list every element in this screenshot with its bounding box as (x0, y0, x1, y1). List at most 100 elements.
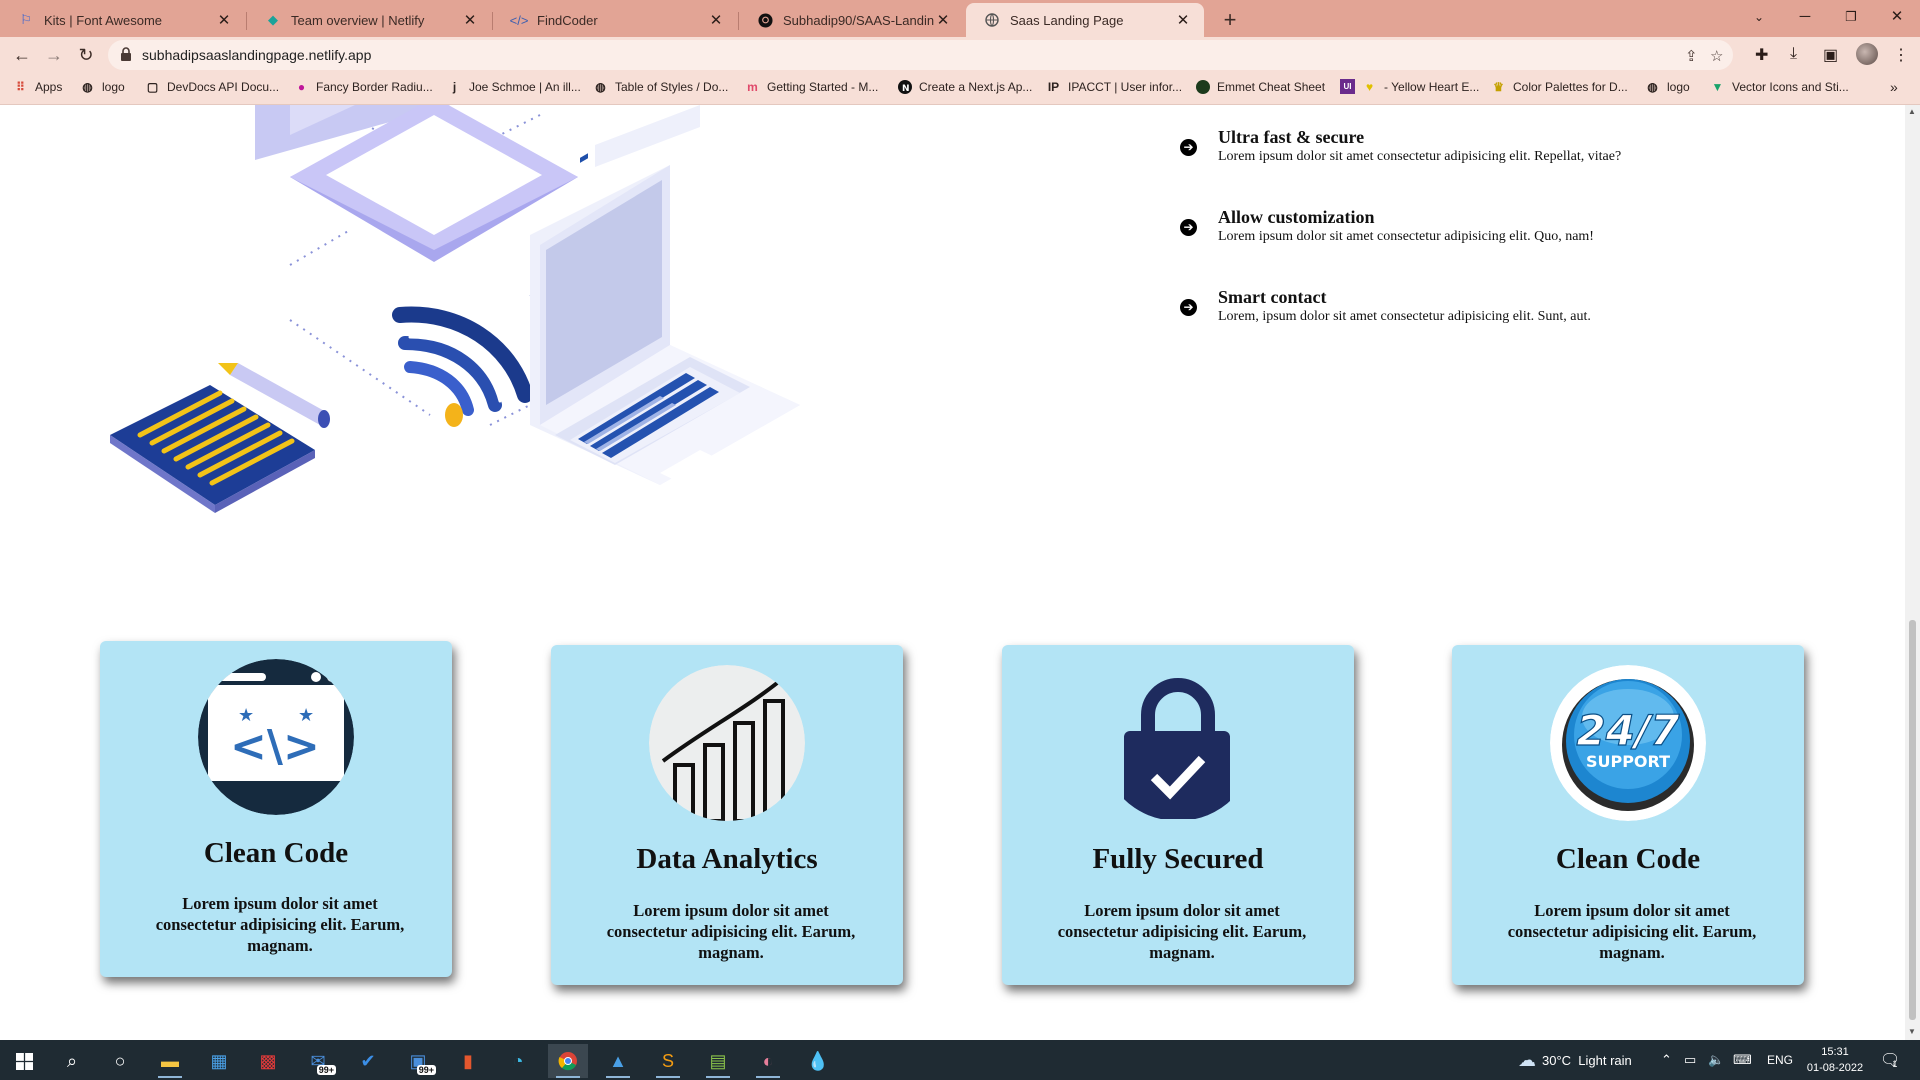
notepad-icon[interactable]: ▤ (698, 1044, 738, 1078)
tab-github[interactable]: Subhadip90/SAAS-Landing-Page ✕ (739, 3, 964, 37)
todo-icon[interactable]: ✔ (348, 1044, 388, 1078)
chrome-icon[interactable] (548, 1044, 588, 1078)
vector-icon: ▼ (1711, 79, 1724, 94)
page-scrollbar[interactable]: ▲ ▼ (1905, 105, 1920, 1040)
bookmark-yellow-heart[interactable]: UI ♥ - Yellow Heart E... (1340, 79, 1479, 94)
tab-findcoder[interactable]: </> FindCoder ✕ (493, 3, 737, 37)
close-icon[interactable]: ✕ (934, 11, 952, 29)
feature-text: Lorem, ipsum dolor sit amet consectetur … (1218, 309, 1591, 324)
feature-list: ➔ Ultra fast & secure Lorem ipsum dolor … (1180, 127, 1621, 367)
extensions-icon[interactable]: ✚ (1755, 45, 1768, 65)
scrollbar-thumb[interactable] (1909, 620, 1916, 1020)
bookmark-devdocs[interactable]: ▢ DevDocs API Docu... (145, 79, 279, 94)
reload-button[interactable]: ↻ (72, 41, 100, 69)
side-panel-icon[interactable]: ▣ (1823, 45, 1838, 65)
feature-item: ➔ Allow customization Lorem ipsum dolor … (1180, 207, 1621, 287)
close-icon[interactable]: ✕ (215, 11, 233, 29)
bookmark-getting-started[interactable]: m Getting Started - M... (745, 79, 878, 94)
back-button[interactable]: ← (8, 41, 36, 69)
bookmark-logo-2[interactable]: ◍ logo (1645, 79, 1689, 94)
share-icon[interactable]: ⇪ (1685, 47, 1698, 65)
ipacct-icon: IP (1047, 79, 1060, 94)
feature-title: Smart contact (1218, 287, 1327, 307)
weather-widget[interactable]: ☁ 30°C Light rain (1518, 1040, 1632, 1080)
forward-button[interactable]: → (40, 41, 68, 69)
bookmark-star-icon[interactable]: ☆ (1710, 47, 1723, 65)
new-tab-button[interactable]: + (1215, 5, 1245, 35)
ui-icon: UI (1340, 79, 1355, 94)
globe-icon: ◍ (82, 79, 93, 94)
download-icon[interactable]: ⤓ (1790, 45, 1797, 63)
cortana-icon[interactable]: ○ (100, 1044, 140, 1078)
volume-icon[interactable]: 🔈 (1708, 1040, 1724, 1080)
card-text: Lorem ipsum dolor sit amet consectetur a… (1057, 901, 1307, 962)
close-icon[interactable]: ✕ (461, 11, 479, 29)
palette-icon: ♛ (1493, 79, 1504, 94)
restore-button[interactable]: ❐ (1828, 0, 1874, 34)
cloud-rain-icon: ☁ (1518, 1049, 1536, 1070)
minimize-button[interactable]: ─ (1782, 0, 1828, 34)
teams-icon[interactable]: ▣ 99+ (398, 1044, 438, 1078)
keyboard-icon[interactable]: ⌨ (1733, 1040, 1752, 1080)
bookmark-ipacct[interactable]: IP IPACCT | User infor... (1046, 79, 1182, 94)
nextjs-icon: N (897, 79, 912, 94)
bookmark-emmet[interactable]: Emmet Cheat Sheet (1195, 79, 1325, 94)
card-title: Fully Secured (1092, 843, 1264, 875)
scroll-up-icon[interactable]: ▲ (1908, 107, 1916, 116)
paint-icon[interactable]: ◐ (748, 1044, 788, 1078)
color-picker-icon[interactable]: 💧 (798, 1044, 838, 1078)
edge-icon[interactable]: ◔ (498, 1044, 538, 1078)
url-text[interactable]: subhadipsaaslandingpage.netlify.app (142, 47, 371, 63)
bookmark-color-palettes[interactable]: ♛ Color Palettes for D... (1491, 79, 1628, 94)
page-content: ➔ Ultra fast & secure Lorem ipsum dolor … (0, 105, 1905, 1040)
close-icon[interactable]: ✕ (1174, 11, 1192, 29)
gift-icon[interactable]: ▩ (248, 1044, 288, 1078)
globe-icon (984, 12, 1000, 28)
bookmark-fancy-border[interactable]: ● Fancy Border Radiu... (294, 79, 433, 94)
card-title: Clean Code (203, 837, 349, 869)
card-data-analytics: Data Analytics Lorem ipsum dolor sit ame… (551, 645, 903, 985)
bookmark-vector-icons[interactable]: ▼ Vector Icons and Sti... (1710, 79, 1849, 94)
file-explorer-icon[interactable]: ▬ (150, 1044, 190, 1078)
taskbar: ⌕ ○ ▬ ▦ ▩ ✉ 99+ ✔ ▣ 99+ ▮ ◔ ▲ S ▤ ◐ 💧 ☁ 30… (0, 1040, 1920, 1080)
netlify-icon: ◆ (268, 12, 278, 27)
mail-icon[interactable]: ✉ 99+ (298, 1044, 338, 1078)
code-window-icon: ★ ★ <\> (198, 659, 354, 815)
card-title: Clean Code (1555, 843, 1701, 875)
photos-icon[interactable]: ▲ (598, 1044, 638, 1078)
github-icon (757, 12, 773, 28)
bookmark-logo[interactable]: ◍ logo (80, 79, 124, 94)
windows-start-icon[interactable] (4, 1044, 44, 1078)
address-bar[interactable]: subhadipsaaslandingpage.netlify.app ⇪ ☆ (108, 40, 1733, 70)
card-text: Lorem ipsum dolor sit amet consectetur a… (1507, 901, 1757, 962)
sublime-text-icon[interactable]: S (648, 1044, 688, 1078)
tab-font-awesome[interactable]: ⚐ Kits | Font Awesome ✕ (0, 3, 245, 37)
battery-icon[interactable]: ▭ (1684, 1040, 1696, 1080)
profile-avatar[interactable] (1856, 43, 1878, 65)
clock[interactable]: 15:31 01-08-2022 (1803, 1040, 1867, 1080)
bookmark-table-of-styles[interactable]: ◍ Table of Styles / Do... (593, 79, 728, 94)
devdocs-icon: ▢ (146, 79, 159, 94)
j-icon: j (452, 79, 457, 94)
tab-saas-landing[interactable]: Saas Landing Page ✕ (966, 3, 1204, 37)
tab-netlify[interactable]: ◆ Team overview | Netlify ✕ (247, 3, 491, 37)
tab-strip: ⚐ Kits | Font Awesome ✕ ◆ Team overview … (0, 0, 1920, 37)
feature-item: ➔ Ultra fast & secure Lorem ipsum dolor … (1180, 127, 1621, 207)
bookmark-joe-schmoe[interactable]: j Joe Schmoe | An ill... (447, 79, 581, 94)
bookmarks-overflow-icon[interactable]: » (1890, 79, 1898, 95)
notification-center-icon[interactable]: 🗨 1 (1880, 1040, 1900, 1080)
globe-icon: ◍ (1647, 79, 1658, 94)
store-icon[interactable]: ▦ (199, 1044, 239, 1078)
bookmark-apps[interactable]: ⠿ Apps (13, 79, 62, 94)
bookmark-nextjs[interactable]: N Create a Next.js Ap... (897, 79, 1032, 94)
window-close-button[interactable]: ✕ (1874, 0, 1920, 34)
menu-icon[interactable]: ⋮ (1893, 45, 1909, 65)
scroll-down-icon[interactable]: ▼ (1908, 1027, 1916, 1036)
close-icon[interactable]: ✕ (707, 11, 725, 29)
office-icon[interactable]: ▮ (448, 1044, 488, 1078)
tab-search-icon[interactable]: ⌄ (1736, 0, 1782, 34)
show-hidden-icons[interactable]: ⌃ (1661, 1040, 1672, 1080)
feature-text: Lorem ipsum dolor sit amet consectetur a… (1218, 149, 1622, 164)
language-indicator[interactable]: ENG (1767, 1040, 1793, 1080)
search-icon[interactable]: ⌕ (52, 1044, 92, 1078)
